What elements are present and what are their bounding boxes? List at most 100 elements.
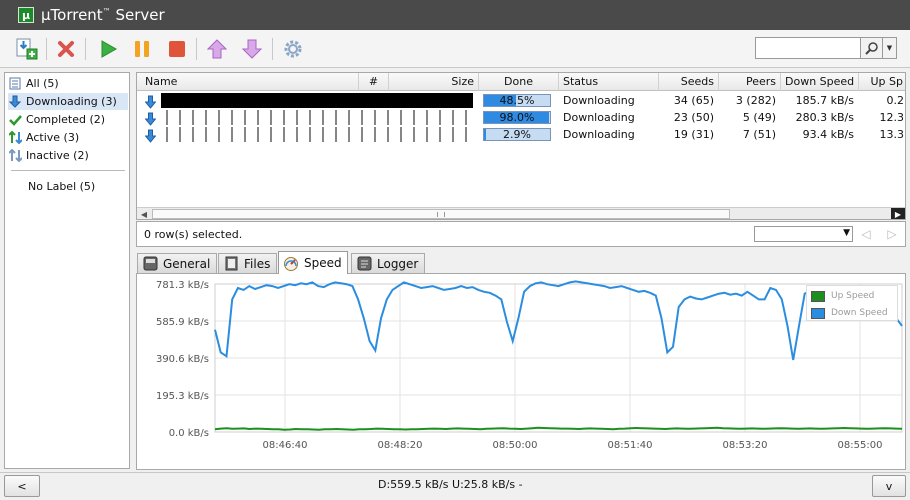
progress-text: 98.0%: [499, 111, 535, 124]
tab-speed[interactable]: Speed: [278, 251, 348, 274]
table-row[interactable]: 48.5% Downloading 34 (65) 3 (282) 185.7 …: [137, 92, 905, 109]
logger-icon: [356, 256, 372, 272]
title-bar: µ µTorrent™ Server: [0, 0, 910, 30]
column-header-name[interactable]: Name: [137, 73, 359, 91]
gear-icon: [284, 40, 302, 58]
utorrent-logo-icon: µ: [18, 7, 34, 23]
next-page-icon[interactable]: ▷: [885, 226, 899, 242]
table-row[interactable]: 98.0% Downloading 23 (50) 5 (49) 280.3 k…: [137, 109, 905, 126]
scroll-left-icon[interactable]: ◀: [137, 208, 151, 219]
sidebar-item-all[interactable]: All (5): [8, 75, 128, 92]
app-title: µTorrent™ Server: [41, 6, 165, 24]
column-header-number[interactable]: #: [359, 73, 389, 91]
column-header-peers[interactable]: Peers: [719, 73, 781, 91]
sidebar-item-label: No Label (5): [28, 180, 96, 193]
sidebar-item-label: Inactive (2): [26, 149, 89, 162]
start-button[interactable]: [95, 36, 121, 62]
toolbar-separator: [85, 38, 86, 60]
x-tick-label: 08:48:20: [378, 440, 423, 451]
column-header-down-speed[interactable]: Down Speed: [781, 73, 859, 91]
legend-swatch: [811, 290, 825, 302]
tab-label: Files: [244, 256, 271, 271]
redacted-name: [161, 93, 473, 108]
x-tick-label: 08:55:00: [838, 440, 883, 451]
progress-bar: 98.0%: [483, 111, 551, 124]
up-speed-line: [214, 426, 903, 431]
y-tick-label: 585.9 kB/s: [156, 317, 209, 328]
legend-label: Up Speed: [831, 291, 875, 301]
sidebar-item-active[interactable]: Active (3): [8, 129, 128, 146]
move-up-button[interactable]: [204, 36, 230, 62]
redacted-name: [161, 110, 473, 125]
scroll-right-icon[interactable]: ▶: [891, 208, 905, 219]
column-header-seeds[interactable]: Seeds: [659, 73, 719, 91]
settings-button[interactable]: [280, 36, 306, 62]
y-tick-label: 390.6 kB/s: [156, 354, 209, 365]
download-icon: [8, 95, 22, 109]
sidebar-item-completed[interactable]: Completed (2): [8, 111, 128, 128]
active-icon: [8, 131, 22, 145]
stop-button[interactable]: [164, 36, 190, 62]
arrow-up-icon: [207, 39, 227, 59]
seeds-cell: 19 (31): [673, 128, 714, 141]
down-speed-cell: 93.4 kB/s: [802, 128, 854, 141]
files-icon: [223, 256, 239, 272]
status-cell: Downloading: [563, 111, 635, 124]
search-button[interactable]: [861, 37, 883, 59]
up-speed-cell: 12.3: [879, 111, 905, 124]
toggle-sidebar-button[interactable]: <: [4, 475, 40, 497]
chart-legend: Up Speed Down Speed: [806, 285, 898, 321]
scrollbar-thumb[interactable]: [152, 209, 730, 219]
previous-page-icon[interactable]: ◁: [859, 226, 873, 242]
search-input[interactable]: [755, 37, 861, 59]
list-icon: [8, 77, 22, 91]
tab-logger[interactable]: Logger: [351, 253, 425, 273]
search-engine-dropdown[interactable]: ▼: [883, 37, 897, 59]
pause-icon: [135, 41, 149, 57]
selection-count: 0 row(s) selected.: [144, 228, 243, 241]
sidebar-item-downloading[interactable]: Downloading (3): [8, 93, 128, 110]
toolbar-separator: [46, 38, 47, 60]
column-header-status[interactable]: Status: [559, 73, 659, 91]
selection-status-bar: 0 row(s) selected. ▼ ◁ ▷: [136, 221, 906, 247]
table-row[interactable]: 2.9% Downloading 19 (31) 7 (51) 93.4 kB/…: [137, 126, 905, 143]
sidebar-item-inactive[interactable]: Inactive (2): [8, 147, 128, 164]
status-cell: Downloading: [563, 128, 635, 141]
toggle-details-button[interactable]: v: [872, 475, 906, 497]
tab-files[interactable]: Files: [218, 253, 277, 273]
up-speed-cell: 13.3: [879, 128, 905, 141]
legend-item-down-speed: Down Speed: [811, 306, 888, 320]
column-header-done[interactable]: Done: [479, 73, 559, 91]
status-cell: Downloading: [563, 94, 635, 107]
torrent-list-header: Name # Size Done Status Seeds Peers Down…: [137, 73, 905, 91]
x-tick-label: 08:53:20: [723, 440, 768, 451]
play-icon: [101, 40, 118, 58]
remove-x-icon: [58, 41, 74, 57]
add-torrent-button[interactable]: [14, 36, 40, 62]
tab-general[interactable]: General: [137, 253, 217, 273]
column-header-size[interactable]: Size: [389, 73, 479, 91]
page-select[interactable]: ▼: [754, 226, 853, 242]
y-tick-label: 781.3 kB/s: [156, 280, 209, 291]
tab-label: General: [163, 256, 211, 271]
sidebar-divider: [11, 170, 125, 171]
peers-cell: 3 (282): [735, 94, 776, 107]
progress-text: 48.5%: [499, 94, 535, 107]
tab-label: Logger: [377, 256, 419, 271]
scrollbar-grip: [437, 212, 445, 217]
column-header-up-speed[interactable]: Up Sp: [859, 73, 905, 91]
sidebar-item-label: All (5): [26, 77, 59, 90]
checkmark-icon: [8, 113, 22, 127]
add-torrent-icon: [16, 38, 38, 60]
sidebar-item-label: Active (3): [26, 131, 80, 144]
legend-label: Down Speed: [831, 308, 888, 318]
toolbar-separator: [272, 38, 273, 60]
peers-cell: 7 (51): [742, 128, 776, 141]
pause-button[interactable]: [129, 36, 155, 62]
horizontal-scrollbar[interactable]: ◀ ▶: [137, 207, 905, 219]
sidebar-item-no-label[interactable]: No Label (5): [28, 178, 148, 195]
remove-button[interactable]: [53, 36, 79, 62]
legend-swatch: [811, 307, 825, 319]
info-icon: [142, 256, 158, 272]
move-down-button[interactable]: [239, 36, 265, 62]
